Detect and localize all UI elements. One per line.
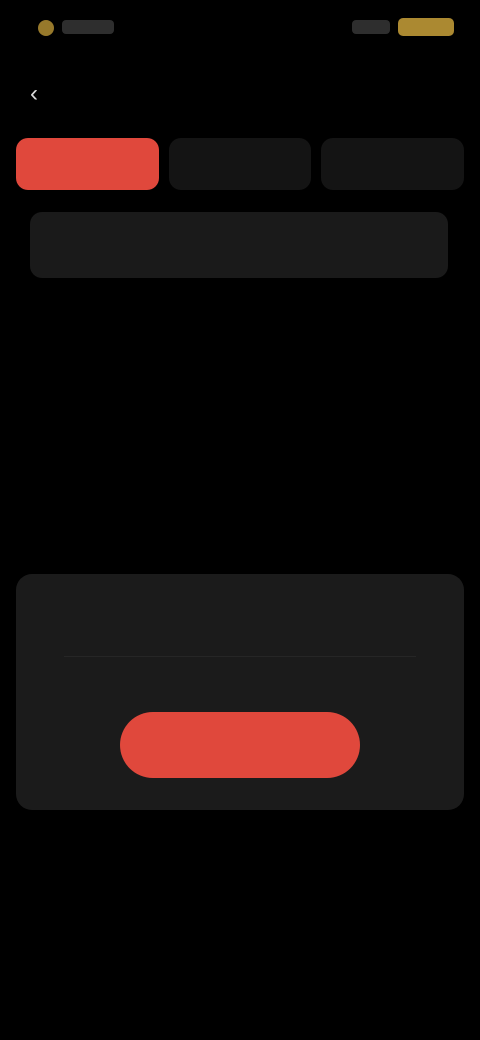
back-button[interactable]: ‹	[20, 80, 48, 108]
empty-state-action-button[interactable]	[120, 712, 360, 778]
battery-icon	[398, 18, 454, 36]
tab-second[interactable]	[168, 138, 312, 190]
empty-state-card	[16, 574, 464, 810]
chevron-left-icon: ‹	[30, 80, 38, 107]
section-action-button[interactable]	[452, 302, 464, 304]
header: ‹	[0, 64, 480, 124]
search-box	[30, 212, 448, 278]
tab-third[interactable]	[321, 138, 465, 190]
search-input[interactable]	[30, 212, 448, 278]
tab-first[interactable]	[16, 138, 159, 190]
status-time	[62, 20, 114, 34]
status-dot-icon	[38, 20, 54, 36]
signal-icon	[352, 20, 390, 34]
status-bar	[0, 0, 480, 56]
tab-bar	[16, 138, 465, 194]
status-indicators	[352, 18, 454, 36]
section-header	[18, 298, 464, 330]
divider	[64, 656, 416, 657]
